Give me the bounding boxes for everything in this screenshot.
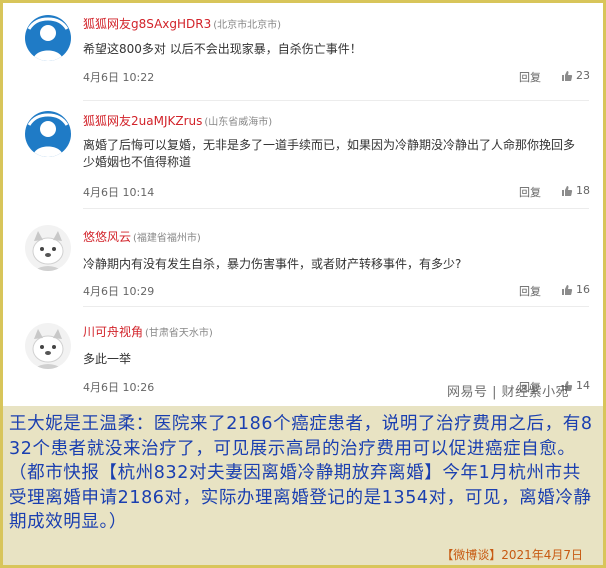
comment-time: 4月6日 10:14 xyxy=(83,186,155,199)
comment-username[interactable]: 狐狐网友g8SAxgHDR3 (北京市北京市) xyxy=(83,15,281,32)
username-text[interactable]: 悠悠风云 xyxy=(83,230,131,244)
default-avatar-icon xyxy=(25,15,71,61)
watermark: 网易号 | 财经紫小宛 xyxy=(447,385,570,400)
caption-text: 王大妮是王温柔：医院来了2186个癌症患者，说明了治疗费用之后，有832个患者就… xyxy=(9,414,593,532)
thumbs-up-icon xyxy=(562,284,573,295)
comment-list: 狐狐网友g8SAxgHDR3 (北京市北京市) 希望这800多对 以后不会出现家暴… xyxy=(3,3,603,406)
username-text[interactable]: 狐狐网友2uaMJKZrus xyxy=(83,114,202,128)
like-count: 14 xyxy=(576,379,590,392)
like-button[interactable]: 23 xyxy=(561,69,590,82)
comment-username[interactable]: 悠悠风云 (福建省福州市) xyxy=(83,228,201,245)
user-location: (北京市北京市) xyxy=(213,20,282,31)
comment-time: 4月6日 10:22 xyxy=(83,71,155,84)
like-button[interactable]: 18 xyxy=(561,184,590,197)
divider xyxy=(83,306,589,307)
comment-time: 4月6日 10:29 xyxy=(83,285,155,298)
username-text[interactable]: 川可舟视角 xyxy=(83,325,143,339)
comment-text: 多此一举 xyxy=(83,352,132,366)
comment-item: 狐狐网友2uaMJKZrus (山东省威海市) 离婚了后悔可以复婚，无非是多了一道… xyxy=(3,103,603,203)
comment-item: 悠悠风云 (福建省福州市) 冷静期内有没有发生自杀，暴力伤害事件，或者财产转移事件… xyxy=(3,211,603,307)
like-count: 16 xyxy=(576,283,590,296)
user-location: (山东省威海市) xyxy=(204,117,273,128)
reply-button[interactable]: 回复 xyxy=(519,69,541,85)
comment-time: 4月6日 10:26 xyxy=(83,381,155,394)
caption-box: 王大妮是王温柔：医院来了2186个癌症患者，说明了治疗费用之后，有832个患者就… xyxy=(3,406,603,543)
footer: 【微博谈】2021年4月7日 xyxy=(3,543,603,565)
reply-button[interactable]: 回复 xyxy=(519,283,541,299)
dog-avatar-icon xyxy=(25,225,71,271)
like-count: 23 xyxy=(576,69,590,82)
like-count: 18 xyxy=(576,184,590,197)
comment-text: 希望这800多对 以后不会出现家暴，自杀伤亡事件！ xyxy=(83,42,362,56)
avatar[interactable] xyxy=(25,15,71,61)
thumbs-up-icon xyxy=(562,70,573,81)
username-text[interactable]: 狐狐网友g8SAxgHDR3 xyxy=(83,17,211,31)
divider xyxy=(83,100,589,101)
user-location: (甘肃省天水市) xyxy=(145,328,213,339)
footer-source-date: 【微博谈】2021年4月7日 xyxy=(441,548,583,562)
user-location: (福建省福州市) xyxy=(133,233,201,244)
comment-item: 狐狐网友g8SAxgHDR3 (北京市北京市) 希望这800多对 以后不会出现家暴… xyxy=(3,3,603,103)
reply-button[interactable]: 回复 xyxy=(519,184,541,200)
default-avatar-icon xyxy=(25,111,71,157)
thumbs-up-icon xyxy=(562,185,573,196)
divider xyxy=(83,208,589,209)
comment-text: 离婚了后悔可以复婚，无非是多了一道手续而已，如果因为冷静期没冷静出了人命那你挽回… xyxy=(83,138,576,169)
avatar[interactable] xyxy=(25,111,71,157)
like-button[interactable]: 16 xyxy=(561,283,590,296)
comment-username[interactable]: 川可舟视角 (甘肃省天水市) xyxy=(83,323,213,340)
comment-text: 冷静期内有没有发生自杀，暴力伤害事件，或者财产转移事件，有多少? xyxy=(83,257,462,271)
avatar[interactable] xyxy=(25,225,71,271)
comment-username[interactable]: 狐狐网友2uaMJKZrus (山东省威海市) xyxy=(83,112,272,129)
avatar[interactable] xyxy=(25,323,71,369)
dog-avatar-icon xyxy=(25,323,71,369)
